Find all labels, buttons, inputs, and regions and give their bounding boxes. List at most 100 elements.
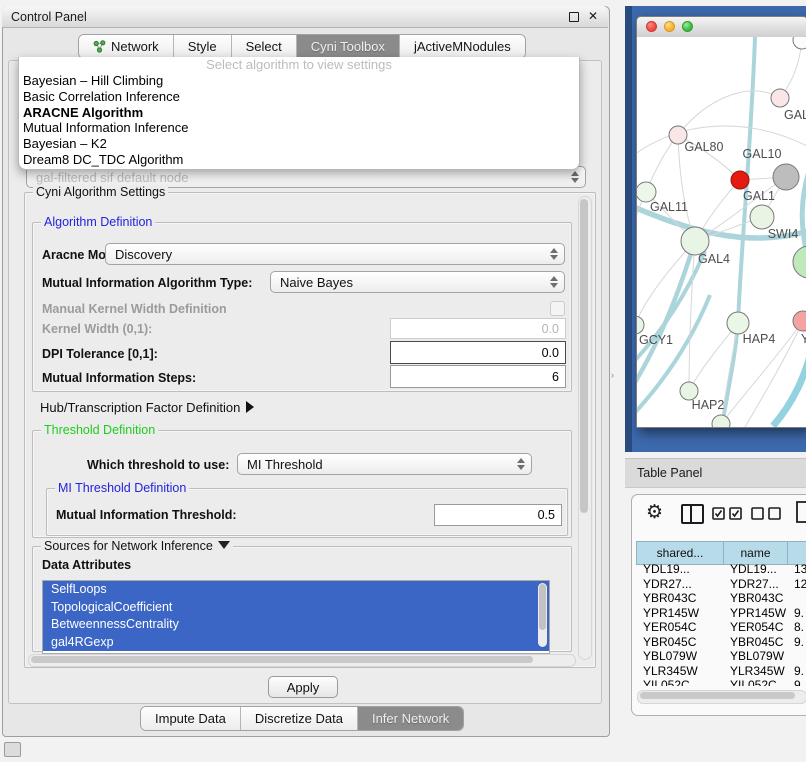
kernel-width-field[interactable]: 0.0	[390, 318, 566, 339]
sources-toggle[interactable]: Sources for Network Inference	[41, 539, 233, 553]
network-window-titlebar[interactable]	[637, 17, 806, 38]
network-edge[interactable]	[637, 241, 695, 325]
manual-kernel-width-checkbox[interactable]	[550, 301, 565, 316]
node-label: GAL4	[698, 252, 730, 266]
network-node[interactable]	[773, 164, 799, 190]
network-node[interactable]	[727, 312, 749, 334]
table-cell: YDL19...	[723, 562, 787, 577]
table-cell: 8.	[787, 620, 806, 635]
select-all-icon[interactable]	[712, 507, 742, 520]
frame-shadow	[625, 6, 632, 452]
network-edge[interactable]	[637, 241, 695, 389]
tab-discretize-data[interactable]: Discretize Data	[241, 707, 358, 730]
table-cell: YER054C	[723, 620, 787, 635]
panel-title: Control Panel	[11, 10, 87, 24]
tab-label: Discretize Data	[255, 711, 343, 726]
cyni-mode-tabs: Impute Data Discretize Data Infer Network	[140, 706, 464, 731]
tab-impute-data[interactable]: Impute Data	[141, 707, 241, 730]
network-node[interactable]	[731, 171, 749, 189]
float-window-icon[interactable]	[569, 12, 579, 22]
algorithm-option[interactable]: Dream8 DC_TDC Algorithm	[19, 152, 579, 168]
network-node[interactable]	[793, 311, 806, 331]
table-panel-header: Table Panel	[625, 458, 806, 488]
network-window: GALGAL80GAL10GAL11GAL1SWI4GAL4GCY1HAP4YH…	[636, 16, 806, 428]
settings-gear-icon[interactable]: ⚙	[646, 503, 663, 522]
close-traffic-light-icon[interactable]	[646, 21, 657, 32]
network-node[interactable]	[712, 415, 730, 427]
tab-label: Impute Data	[155, 711, 226, 726]
node-table[interactable]: YDL19...YDL19...13YDR27...YDR27...12YBR0…	[636, 562, 806, 686]
table-row[interactable]: YDL19...YDL19...13	[636, 562, 806, 577]
node-label: HAP4	[743, 332, 776, 346]
table-row[interactable]: YER054CYER054C8.	[636, 620, 806, 635]
network-node[interactable]	[681, 227, 709, 255]
node-label: GCY1	[639, 333, 673, 347]
network-selector-value: gal-filtered sif default node	[36, 170, 188, 185]
table-row[interactable]: YBR045CYBR045C9.	[636, 635, 806, 650]
network-edge[interactable]	[678, 91, 780, 135]
table-row[interactable]: YPR145WYPR145W9.	[636, 606, 806, 621]
network-canvas[interactable]: GALGAL80GAL10GAL11GAL1SWI4GAL4GCY1HAP4YH…	[637, 37, 806, 427]
tab-network[interactable]: Network	[79, 35, 174, 58]
network-edge[interactable]	[773, 345, 806, 426]
mi-threshold-definition-title: MI Threshold Definition	[55, 481, 189, 495]
tab-style[interactable]: Style	[174, 35, 232, 58]
data-attribute-item[interactable]: SelfLoops	[43, 581, 549, 599]
algorithm-option[interactable]: Bayesian – Hill Climbing	[19, 73, 579, 89]
data-attribute-item[interactable]: gal4RGexp	[43, 634, 549, 652]
mi-steps-label: Mutual Information Steps:	[42, 371, 196, 385]
aracne-mode-combobox[interactable]: Discovery	[105, 243, 565, 265]
network-node[interactable]	[793, 37, 806, 49]
network-node[interactable]	[771, 89, 789, 107]
network-node[interactable]	[750, 205, 774, 229]
algorithm-option[interactable]: Basic Correlation Inference	[19, 89, 579, 105]
list-scrollbar[interactable]	[538, 583, 547, 647]
data-attributes-list[interactable]: SelfLoopsTopologicalCoefficientBetweenne…	[42, 580, 550, 654]
spinner-arrows-icon	[549, 248, 557, 260]
table-panel: ⚙ shared...nameA YDL19...YDL19...13YDR27…	[631, 494, 806, 716]
settings-vertical-scrollbar[interactable]	[578, 196, 592, 660]
splitter-handle[interactable]: ›	[611, 370, 619, 380]
minimize-traffic-light-icon[interactable]	[664, 21, 675, 32]
apply-button[interactable]: Apply	[268, 676, 338, 698]
data-attribute-item[interactable]: TopologicalCoefficient	[43, 599, 549, 617]
close-icon[interactable]: ✕	[588, 9, 598, 23]
table-horizontal-scrollbar[interactable]	[637, 690, 806, 704]
which-threshold-combobox[interactable]: MI Threshold	[237, 453, 532, 475]
table-row[interactable]: YBR043CYBR043C	[636, 591, 806, 606]
new-document-icon[interactable]	[796, 501, 806, 523]
table-row[interactable]: YBL079WYBL079W	[636, 649, 806, 664]
mi-algorithm-type-value: Naive Bayes	[280, 275, 353, 290]
data-attribute-item[interactable]: BetweennessCentrality	[43, 616, 549, 634]
algorithm-option[interactable]: Mutual Information Inference	[19, 120, 579, 136]
mi-algorithm-type-combobox[interactable]: Naive Bayes	[270, 271, 565, 293]
spinner-arrows-icon	[516, 458, 524, 470]
table-cell: 13	[787, 562, 806, 577]
tab-cyni-toolbox[interactable]: Cyni Toolbox	[297, 35, 400, 58]
hub-definition-toggle[interactable]: Hub/Transcription Factor Definition	[40, 400, 254, 415]
table-cell: YIL052C	[636, 678, 723, 686]
mi-steps-field[interactable]: 6	[390, 365, 566, 388]
table-row[interactable]: YDR27...YDR27...12	[636, 577, 806, 592]
table-cell: YLR345W	[636, 664, 723, 679]
table-row[interactable]: YLR345WYLR345W9.	[636, 664, 806, 679]
zoom-traffic-light-icon[interactable]	[682, 21, 693, 32]
algorithm-option[interactable]: ARACNE Algorithm	[19, 105, 579, 121]
control-panel-tabs: NetworkStyleSelectCyni ToolboxjActiveMNo…	[78, 34, 526, 59]
deselect-all-icon[interactable]	[751, 507, 781, 520]
tab-jactivemnodules[interactable]: jActiveMNodules	[400, 35, 525, 58]
minimized-panel-icon[interactable]	[4, 742, 21, 757]
settings-horizontal-scrollbar[interactable]	[28, 654, 576, 667]
network-node[interactable]	[793, 246, 806, 278]
dpi-tolerance-field[interactable]: 0.0	[390, 341, 566, 364]
tab-select[interactable]: Select	[232, 35, 297, 58]
table-cell: YLR345W	[723, 664, 787, 679]
table-row[interactable]: YIL052CYIL052C9.	[636, 678, 806, 686]
split-columns-icon[interactable]	[681, 504, 704, 524]
network-node[interactable]	[637, 182, 656, 202]
mi-threshold-field[interactable]: 0.5	[434, 504, 562, 526]
network-node[interactable]	[637, 316, 644, 334]
table-cell: YDR27...	[723, 577, 787, 592]
tab-infer-network[interactable]: Infer Network	[358, 707, 463, 730]
algorithm-option[interactable]: Bayesian – K2	[19, 136, 579, 152]
